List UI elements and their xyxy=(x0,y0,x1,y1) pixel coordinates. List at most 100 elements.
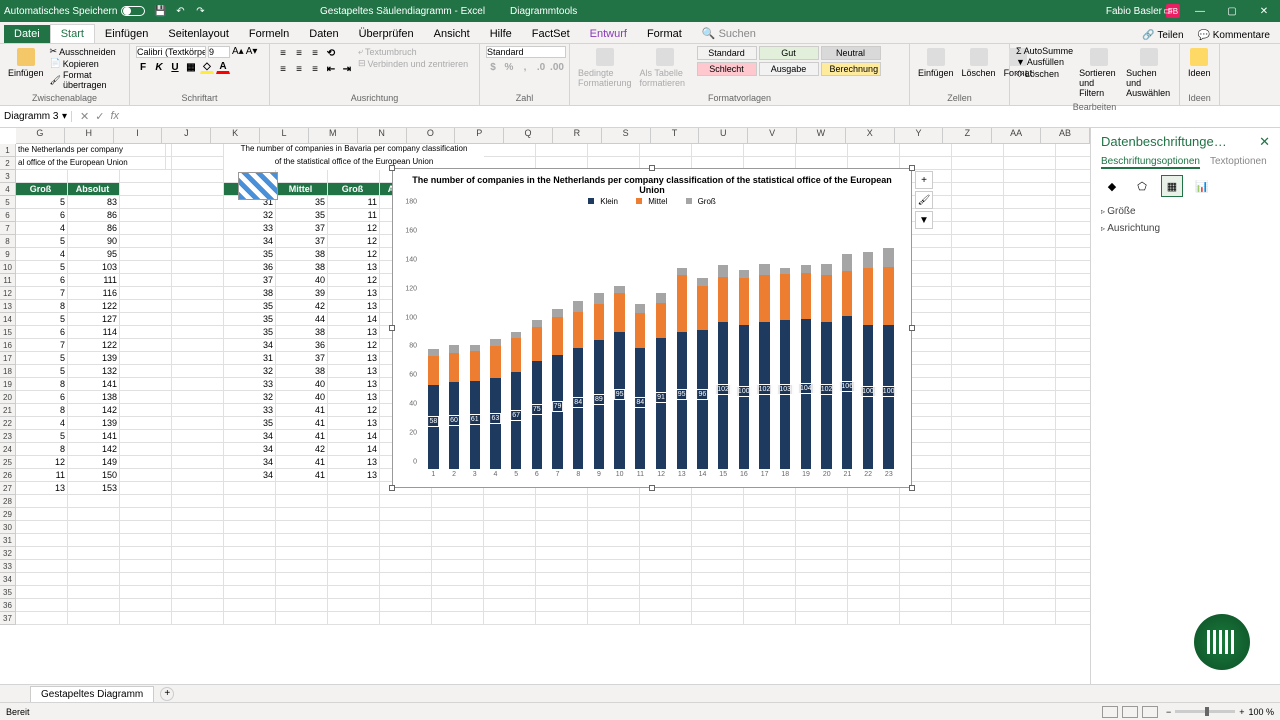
cell[interactable] xyxy=(692,547,744,560)
cell[interactable] xyxy=(1056,495,1090,508)
bar-segment[interactable] xyxy=(656,303,666,338)
col-header[interactable]: I xyxy=(114,128,163,143)
cell[interactable] xyxy=(276,495,328,508)
data-label[interactable]: 60 xyxy=(448,415,460,426)
cell[interactable]: 32 xyxy=(224,365,276,378)
cell[interactable] xyxy=(68,547,120,560)
find-select-button[interactable]: Suchen und Auswählen xyxy=(1124,46,1173,100)
chart-object[interactable]: The number of companies in the Netherlan… xyxy=(392,168,912,488)
cancel-formula-icon[interactable]: ✕ xyxy=(80,110,89,123)
cell[interactable] xyxy=(172,599,224,612)
row-header[interactable]: 4 xyxy=(0,183,16,196)
cell[interactable] xyxy=(328,534,380,547)
cell[interactable] xyxy=(1056,300,1090,313)
cell[interactable] xyxy=(744,586,796,599)
cell[interactable] xyxy=(952,391,1004,404)
bar-segment[interactable] xyxy=(470,345,480,351)
cell[interactable]: 35 xyxy=(224,313,276,326)
bar-segment[interactable] xyxy=(677,275,687,331)
cell[interactable] xyxy=(640,560,692,573)
autosave-toggle[interactable] xyxy=(121,6,145,16)
cell[interactable] xyxy=(120,417,172,430)
cell[interactable] xyxy=(952,144,1004,157)
cell[interactable] xyxy=(328,495,380,508)
redo-icon[interactable]: ↷ xyxy=(193,4,207,18)
cell[interactable]: al office of the European Union xyxy=(16,157,166,170)
tab-file[interactable]: Datei xyxy=(4,25,50,43)
cell[interactable] xyxy=(1004,495,1056,508)
cell[interactable]: 153 xyxy=(68,482,120,495)
row-header[interactable]: 36 xyxy=(0,599,16,612)
size-props-icon[interactable]: ▦ xyxy=(1161,175,1183,197)
cell[interactable] xyxy=(796,508,848,521)
cell[interactable]: 32 xyxy=(224,209,276,222)
grow-font-icon[interactable]: A▴ xyxy=(232,46,244,58)
cell[interactable] xyxy=(1004,404,1056,417)
shrink-font-icon[interactable]: A▾ xyxy=(246,46,258,58)
cell[interactable]: 35 xyxy=(224,417,276,430)
cell[interactable]: 4 xyxy=(16,248,68,261)
cell[interactable] xyxy=(120,209,172,222)
cell[interactable] xyxy=(952,469,1004,482)
cell[interactable] xyxy=(172,612,224,625)
cell[interactable] xyxy=(640,547,692,560)
tab-ueberpruefen[interactable]: Überprüfen xyxy=(349,25,424,43)
tab-start[interactable]: Start xyxy=(50,24,95,43)
cell[interactable] xyxy=(640,508,692,521)
cell[interactable]: 8 xyxy=(16,300,68,313)
col-header[interactable]: Y xyxy=(895,128,944,143)
cell[interactable] xyxy=(1004,469,1056,482)
cell[interactable] xyxy=(952,482,1004,495)
cell[interactable] xyxy=(900,534,952,547)
cell[interactable] xyxy=(536,599,588,612)
bar-segment[interactable] xyxy=(863,268,873,324)
col-header[interactable]: X xyxy=(846,128,895,143)
cell[interactable] xyxy=(328,547,380,560)
cell[interactable] xyxy=(952,573,1004,586)
cell[interactable] xyxy=(120,534,172,547)
cell[interactable]: 12 xyxy=(328,235,380,248)
cell[interactable]: 34 xyxy=(224,456,276,469)
cell[interactable] xyxy=(952,534,1004,547)
bar-segment[interactable] xyxy=(883,248,893,267)
cell[interactable] xyxy=(640,612,692,625)
cell[interactable] xyxy=(1056,534,1090,547)
cell[interactable]: 35 xyxy=(224,300,276,313)
cell[interactable] xyxy=(224,534,276,547)
data-label[interactable]: 102 xyxy=(757,384,773,395)
cell[interactable] xyxy=(1056,391,1090,404)
cell[interactable] xyxy=(588,560,640,573)
cell[interactable] xyxy=(1056,404,1090,417)
bar-segment[interactable] xyxy=(511,338,521,373)
cell[interactable] xyxy=(744,521,796,534)
cell[interactable] xyxy=(432,547,484,560)
cell[interactable]: 7 xyxy=(16,287,68,300)
insert-cells-button[interactable]: Einfügen xyxy=(916,46,956,80)
cell[interactable] xyxy=(1056,560,1090,573)
percent-icon[interactable]: % xyxy=(502,60,516,74)
cell[interactable] xyxy=(328,508,380,521)
row-header[interactable]: 11 xyxy=(0,274,16,287)
cell[interactable]: 14 xyxy=(328,430,380,443)
cell[interactable]: 103 xyxy=(68,261,120,274)
cell[interactable] xyxy=(1056,430,1090,443)
cell[interactable] xyxy=(380,508,432,521)
cell[interactable] xyxy=(640,495,692,508)
row-header[interactable]: 18 xyxy=(0,365,16,378)
cell[interactable]: 34 xyxy=(224,443,276,456)
row-header[interactable]: 27 xyxy=(0,482,16,495)
bar-segment[interactable] xyxy=(739,278,749,324)
row-header[interactable]: 28 xyxy=(0,495,16,508)
cell[interactable] xyxy=(1056,157,1090,170)
cell[interactable] xyxy=(276,599,328,612)
cell[interactable]: 33 xyxy=(224,378,276,391)
search-tab[interactable]: 🔍 Suchen xyxy=(692,24,766,43)
bar-segment[interactable] xyxy=(883,325,893,469)
cell[interactable] xyxy=(1004,170,1056,183)
cell[interactable]: 31 xyxy=(224,352,276,365)
cell[interactable] xyxy=(952,521,1004,534)
cell[interactable]: 44 xyxy=(276,313,328,326)
data-label[interactable]: 102 xyxy=(819,384,835,395)
cell[interactable] xyxy=(952,183,1004,196)
cell[interactable] xyxy=(172,521,224,534)
